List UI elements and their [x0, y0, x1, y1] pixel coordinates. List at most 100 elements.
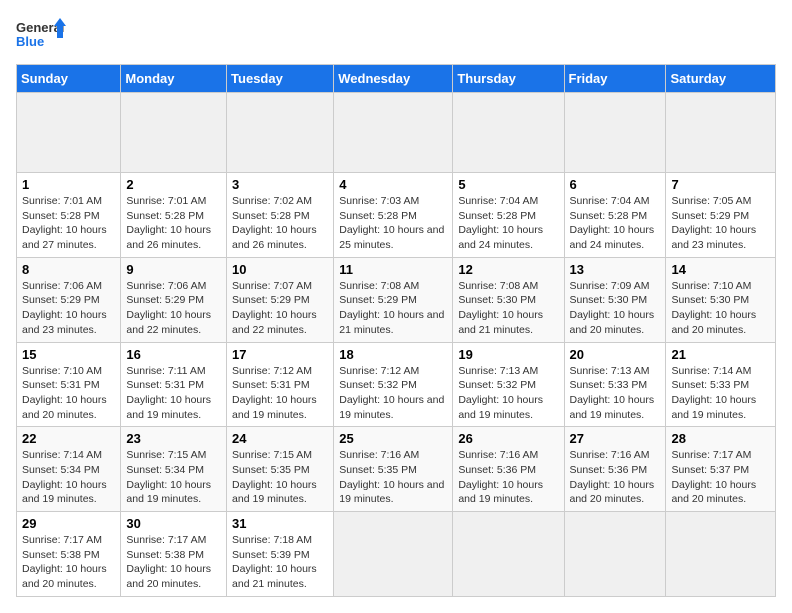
calendar-cell: 2 Sunrise: 7:01 AMSunset: 5:28 PMDaylight… [121, 173, 227, 258]
day-number: 3 [232, 177, 328, 192]
calendar-cell [17, 93, 121, 173]
calendar-cell: 28Sunrise: 7:17 AMSunset: 5:37 PMDayligh… [666, 427, 776, 512]
day-info: Sunrise: 7:05 AMSunset: 5:29 PMDaylight:… [671, 194, 770, 253]
calendar-cell: 5 Sunrise: 7:04 AMSunset: 5:28 PMDaylight… [453, 173, 564, 258]
day-number: 19 [458, 347, 558, 362]
calendar-cell: 29 Sunrise: 7:17 AMSunset: 5:38 PMDayligh… [17, 512, 121, 597]
header-row: SundayMondayTuesdayWednesdayThursdayFrid… [17, 65, 776, 93]
day-info: Sunrise: 7:15 AMSunset: 5:34 PMDaylight:… [126, 448, 221, 507]
calendar-cell: 21 Sunrise: 7:14 AMSunset: 5:33 PMDayligh… [666, 342, 776, 427]
day-number: 11 [339, 262, 447, 277]
calendar-cell [121, 93, 227, 173]
calendar-cell: 14Sunrise: 7:10 AMSunset: 5:30 PMDayligh… [666, 257, 776, 342]
calendar-week-2: 1Sunrise: 7:01 AMSunset: 5:28 PMDaylight… [17, 173, 776, 258]
calendar-cell: 16 Sunrise: 7:11 AMSunset: 5:31 PMDayligh… [121, 342, 227, 427]
calendar-cell: 9 Sunrise: 7:06 AMSunset: 5:29 PMDaylight… [121, 257, 227, 342]
calendar-cell: 8Sunrise: 7:06 AMSunset: 5:29 PMDaylight… [17, 257, 121, 342]
day-info: Sunrise: 7:17 AMSunset: 5:38 PMDaylight:… [126, 533, 221, 592]
calendar-cell: 25 Sunrise: 7:16 AMSunset: 5:35 PMDayligh… [334, 427, 453, 512]
calendar-cell [564, 512, 666, 597]
header-day-wednesday: Wednesday [334, 65, 453, 93]
day-info: Sunrise: 7:12 AMSunset: 5:32 PMDaylight:… [339, 364, 447, 423]
calendar-cell: 24 Sunrise: 7:15 AMSunset: 5:35 PMDayligh… [227, 427, 334, 512]
day-info: Sunrise: 7:07 AMSunset: 5:29 PMDaylight:… [232, 279, 328, 338]
day-info: Sunrise: 7:16 AMSunset: 5:36 PMDaylight:… [458, 448, 558, 507]
calendar-cell: 13Sunrise: 7:09 AMSunset: 5:30 PMDayligh… [564, 257, 666, 342]
logo-svg: General Blue [16, 16, 66, 56]
day-number: 22 [22, 431, 115, 446]
day-number: 10 [232, 262, 328, 277]
day-info: Sunrise: 7:12 AMSunset: 5:31 PMDaylight:… [232, 364, 328, 423]
day-number: 5 [458, 177, 558, 192]
header-day-saturday: Saturday [666, 65, 776, 93]
day-info: Sunrise: 7:02 AMSunset: 5:28 PMDaylight:… [232, 194, 328, 253]
day-info: Sunrise: 7:18 AMSunset: 5:39 PMDaylight:… [232, 533, 328, 592]
day-number: 15 [22, 347, 115, 362]
calendar-cell: 15Sunrise: 7:10 AMSunset: 5:31 PMDayligh… [17, 342, 121, 427]
day-number: 9 [126, 262, 221, 277]
day-info: Sunrise: 7:08 AMSunset: 5:30 PMDaylight:… [458, 279, 558, 338]
calendar-cell: 10 Sunrise: 7:07 AMSunset: 5:29 PMDayligh… [227, 257, 334, 342]
day-number: 17 [232, 347, 328, 362]
day-number: 21 [671, 347, 770, 362]
calendar-cell: 7 Sunrise: 7:05 AMSunset: 5:29 PMDaylight… [666, 173, 776, 258]
day-info: Sunrise: 7:15 AMSunset: 5:35 PMDaylight:… [232, 448, 328, 507]
day-info: Sunrise: 7:16 AMSunset: 5:35 PMDaylight:… [339, 448, 447, 507]
day-number: 27 [570, 431, 661, 446]
day-number: 29 [22, 516, 115, 531]
day-info: Sunrise: 7:10 AMSunset: 5:30 PMDaylight:… [671, 279, 770, 338]
calendar-cell: 18Sunrise: 7:12 AMSunset: 5:32 PMDayligh… [334, 342, 453, 427]
calendar-cell [453, 512, 564, 597]
calendar-cell: 1Sunrise: 7:01 AMSunset: 5:28 PMDaylight… [17, 173, 121, 258]
day-info: Sunrise: 7:17 AMSunset: 5:38 PMDaylight:… [22, 533, 115, 592]
day-number: 25 [339, 431, 447, 446]
calendar-cell [666, 93, 776, 173]
day-number: 12 [458, 262, 558, 277]
day-info: Sunrise: 7:13 AMSunset: 5:33 PMDaylight:… [570, 364, 661, 423]
calendar-cell: 3 Sunrise: 7:02 AMSunset: 5:28 PMDaylight… [227, 173, 334, 258]
day-info: Sunrise: 7:17 AMSunset: 5:37 PMDaylight:… [671, 448, 770, 507]
calendar-week-1 [17, 93, 776, 173]
calendar-cell [453, 93, 564, 173]
day-number: 16 [126, 347, 221, 362]
calendar-cell: 22 Sunrise: 7:14 AMSunset: 5:34 PMDayligh… [17, 427, 121, 512]
day-info: Sunrise: 7:11 AMSunset: 5:31 PMDaylight:… [126, 364, 221, 423]
day-number: 24 [232, 431, 328, 446]
day-number: 26 [458, 431, 558, 446]
calendar-cell: 20 Sunrise: 7:13 AMSunset: 5:33 PMDayligh… [564, 342, 666, 427]
calendar-week-4: 15Sunrise: 7:10 AMSunset: 5:31 PMDayligh… [17, 342, 776, 427]
day-info: Sunrise: 7:04 AMSunset: 5:28 PMDaylight:… [458, 194, 558, 253]
day-info: Sunrise: 7:04 AMSunset: 5:28 PMDaylight:… [570, 194, 661, 253]
calendar-cell: 23 Sunrise: 7:15 AMSunset: 5:34 PMDayligh… [121, 427, 227, 512]
day-info: Sunrise: 7:01 AMSunset: 5:28 PMDaylight:… [126, 194, 221, 253]
day-info: Sunrise: 7:14 AMSunset: 5:34 PMDaylight:… [22, 448, 115, 507]
day-number: 2 [126, 177, 221, 192]
header-day-friday: Friday [564, 65, 666, 93]
calendar-table: SundayMondayTuesdayWednesdayThursdayFrid… [16, 64, 776, 597]
logo: General Blue [16, 16, 66, 56]
svg-text:Blue: Blue [16, 34, 44, 49]
day-info: Sunrise: 7:03 AMSunset: 5:28 PMDaylight:… [339, 194, 447, 253]
header-day-sunday: Sunday [17, 65, 121, 93]
calendar-cell [227, 93, 334, 173]
day-number: 23 [126, 431, 221, 446]
calendar-cell: 17 Sunrise: 7:12 AMSunset: 5:31 PMDayligh… [227, 342, 334, 427]
calendar-cell: 11Sunrise: 7:08 AMSunset: 5:29 PMDayligh… [334, 257, 453, 342]
calendar-week-3: 8Sunrise: 7:06 AMSunset: 5:29 PMDaylight… [17, 257, 776, 342]
calendar-cell [666, 512, 776, 597]
day-number: 7 [671, 177, 770, 192]
day-number: 30 [126, 516, 221, 531]
calendar-cell [334, 512, 453, 597]
day-info: Sunrise: 7:14 AMSunset: 5:33 PMDaylight:… [671, 364, 770, 423]
calendar-cell: 12 Sunrise: 7:08 AMSunset: 5:30 PMDayligh… [453, 257, 564, 342]
day-number: 4 [339, 177, 447, 192]
calendar-cell: 4 Sunrise: 7:03 AMSunset: 5:28 PMDaylight… [334, 173, 453, 258]
header-day-tuesday: Tuesday [227, 65, 334, 93]
day-info: Sunrise: 7:06 AMSunset: 5:29 PMDaylight:… [22, 279, 115, 338]
day-info: Sunrise: 7:06 AMSunset: 5:29 PMDaylight:… [126, 279, 221, 338]
calendar-cell: 6Sunrise: 7:04 AMSunset: 5:28 PMDaylight… [564, 173, 666, 258]
day-number: 20 [570, 347, 661, 362]
day-number: 13 [570, 262, 661, 277]
calendar-week-6: 29 Sunrise: 7:17 AMSunset: 5:38 PMDayligh… [17, 512, 776, 597]
day-info: Sunrise: 7:13 AMSunset: 5:32 PMDaylight:… [458, 364, 558, 423]
